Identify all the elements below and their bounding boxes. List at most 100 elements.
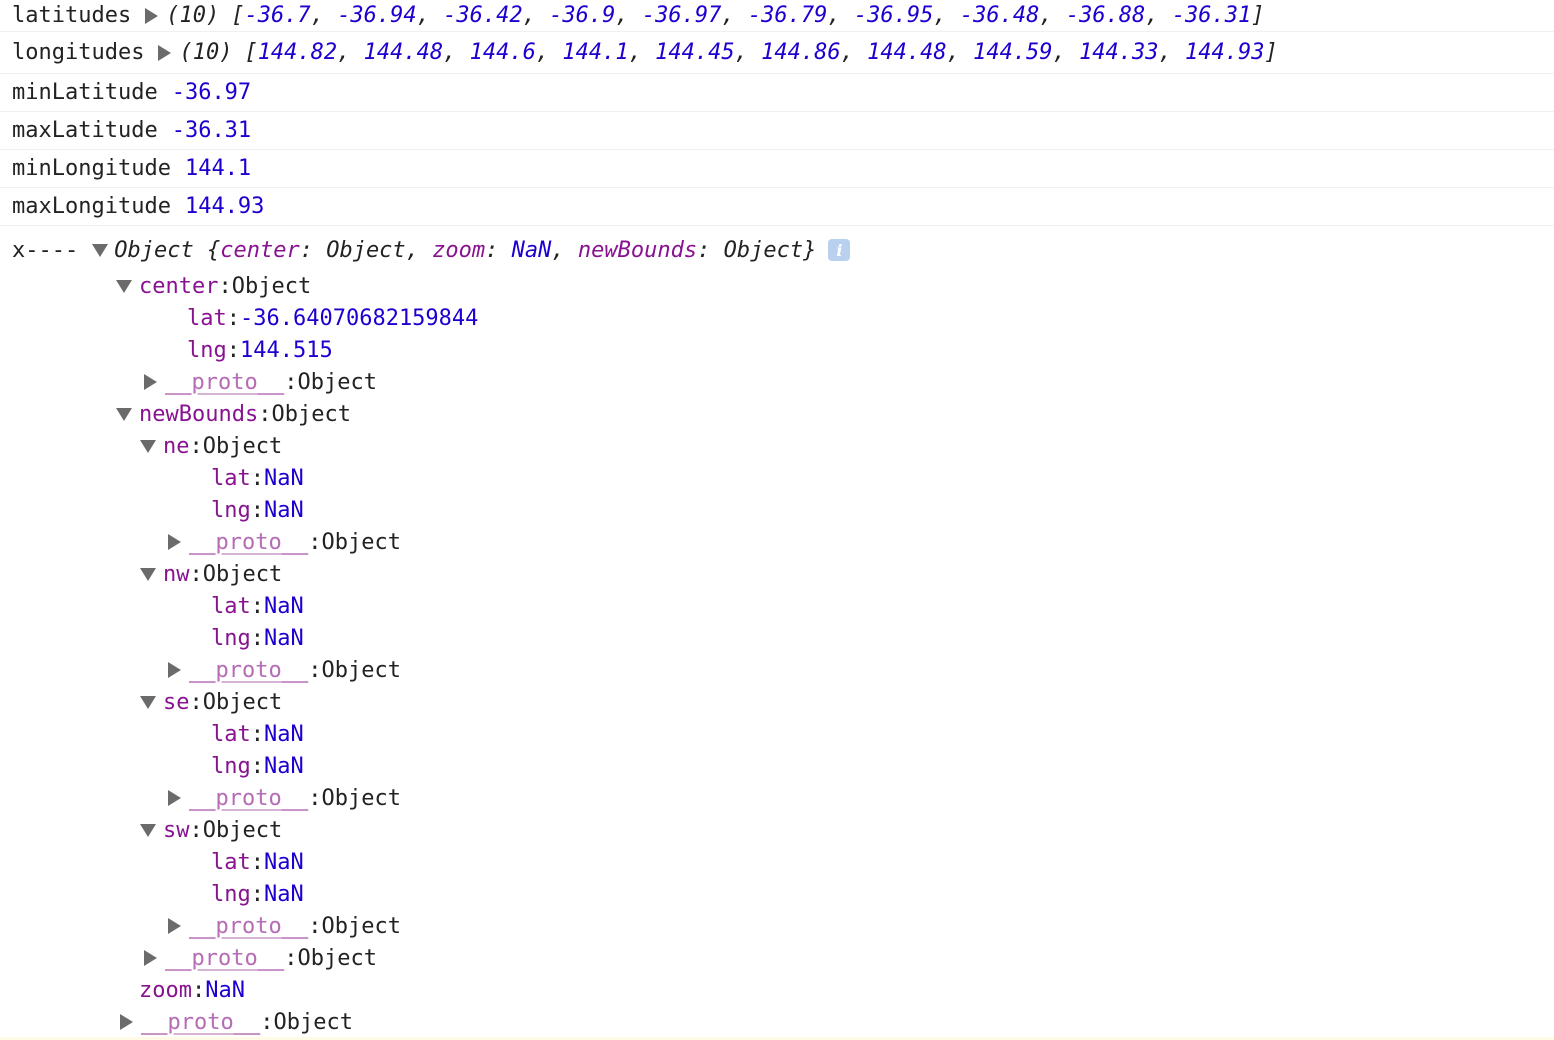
log-row-longitudes: longitudes (10) [144.82, 144.48, 144.6, …	[0, 32, 1554, 74]
array-item: 144.48	[867, 40, 947, 65]
info-icon[interactable]: i	[828, 239, 851, 261]
collapse-triangle-icon[interactable]	[140, 567, 156, 581]
array-item: 144.45	[655, 40, 735, 65]
property-value: Object	[202, 817, 283, 843]
property-value: Object	[321, 529, 401, 555]
log-label: minLatitude	[12, 80, 158, 105]
array-item: -36.7	[244, 3, 311, 28]
expand-triangle-icon[interactable]	[145, 7, 159, 24]
array-item: -36.97	[641, 3, 722, 28]
collapse-triangle-icon[interactable]	[140, 439, 156, 453]
property-value: NaN	[264, 721, 304, 747]
tree-node-proto[interactable]: __proto__: Object	[0, 654, 1554, 686]
array-preview: [-36.7, -36.94, -36.42, -36.9, -36.97, -…	[231, 3, 1265, 28]
log-value: -36.31	[171, 118, 252, 143]
property-value: Object	[231, 273, 312, 299]
log-label: maxLatitude	[12, 118, 158, 143]
tree-node-lat: lat: NaN	[211, 465, 304, 491]
property-value: Object	[202, 689, 283, 715]
property-key: lng	[211, 753, 251, 779]
array-item: 144.86	[761, 40, 841, 65]
expand-triangle-icon[interactable]	[120, 1014, 133, 1030]
tree-node-proto[interactable]: __proto__: Object	[0, 1006, 1554, 1038]
tree-node-se[interactable]: se: Object	[0, 686, 1554, 718]
property-value: NaN	[264, 625, 304, 651]
log-label: minLongitude	[12, 156, 171, 181]
expand-triangle-icon[interactable]	[158, 44, 172, 61]
log-row-minLongitude: minLongitude 144.1	[0, 150, 1554, 188]
property-key: __proto__	[141, 1009, 261, 1035]
array-item: 144.48	[363, 40, 444, 65]
property-key: center	[139, 273, 219, 299]
expand-triangle-icon[interactable]	[168, 790, 181, 806]
log-label: latitudes	[12, 3, 132, 28]
property-value: NaN	[264, 849, 304, 875]
property-key: nw	[163, 561, 190, 587]
property-value: Object	[321, 785, 401, 811]
array-item: -36.88	[1065, 3, 1146, 28]
property-value: Object	[321, 657, 401, 683]
tree-node-nw[interactable]: nw: Object	[0, 558, 1554, 590]
array-length: (10)	[166, 3, 220, 28]
array-length: (10)	[179, 40, 233, 65]
property-value: Object	[202, 433, 283, 459]
log-value: 144.1	[184, 156, 252, 181]
array-item: 144.6	[469, 40, 536, 65]
expand-triangle-icon[interactable]	[168, 662, 181, 678]
tree-node-proto[interactable]: __proto__: Object	[0, 910, 1554, 942]
log-label: maxLongitude	[12, 194, 171, 219]
collapse-triangle-icon[interactable]	[116, 279, 132, 293]
property-key: __proto__	[189, 657, 309, 683]
log-row-latitudes: latitudes (10) [-36.7, -36.94, -36.42, -…	[0, 0, 1554, 32]
property-key: lat	[211, 593, 251, 619]
property-value: NaN	[264, 497, 304, 523]
tree-node-center[interactable]: center: Object	[0, 270, 1554, 302]
property-key: lng	[211, 497, 251, 523]
array-item: -36.48	[959, 3, 1040, 28]
property-key: lat	[211, 849, 251, 875]
tree-node-lng: lng: 144.515	[187, 337, 333, 363]
property-value: -36.64070682159844	[240, 305, 479, 331]
collapse-triangle-icon[interactable]	[92, 243, 109, 257]
tree-node-lat: lat: NaN	[211, 593, 304, 619]
tree-node-newBounds[interactable]: newBounds: Object	[0, 398, 1554, 430]
tree-node-lng: lng: NaN	[211, 881, 304, 907]
tree-node-sw[interactable]: sw: Object	[0, 814, 1554, 846]
tree-node-proto[interactable]: __proto__: Object	[0, 366, 1554, 398]
log-label: longitudes	[12, 40, 145, 65]
expand-triangle-icon[interactable]	[168, 918, 181, 934]
tree-node-lng: lng: NaN	[211, 753, 304, 779]
property-value: Object	[271, 401, 351, 427]
expand-triangle-icon[interactable]	[144, 374, 157, 390]
log-row-maxLongitude: maxLongitude 144.93	[0, 188, 1554, 226]
property-key: __proto__	[165, 369, 285, 395]
collapse-triangle-icon[interactable]	[140, 823, 156, 837]
collapse-triangle-icon[interactable]	[116, 407, 132, 421]
property-key: ne	[163, 433, 190, 459]
tree-node-proto[interactable]: __proto__: Object	[0, 942, 1554, 974]
tree-node-lng: lng: NaN	[211, 497, 304, 523]
property-key: lng	[187, 337, 227, 363]
property-value: Object	[297, 945, 377, 971]
property-key: zoom	[139, 977, 192, 1003]
property-key: __proto__	[189, 529, 309, 555]
property-value: NaN	[264, 881, 304, 907]
expand-triangle-icon[interactable]	[168, 534, 181, 550]
expand-triangle-icon[interactable]	[144, 950, 157, 966]
array-item: 144.93	[1185, 40, 1265, 65]
tree-node-proto[interactable]: __proto__: Object	[0, 526, 1554, 558]
collapse-triangle-icon[interactable]	[140, 695, 156, 709]
property-value: Object	[202, 561, 283, 587]
tree-node-proto[interactable]: __proto__: Object	[0, 782, 1554, 814]
property-value: NaN	[264, 593, 304, 619]
property-key: __proto__	[165, 945, 285, 971]
property-value: Object	[273, 1009, 353, 1035]
array-item: -36.95	[853, 3, 934, 28]
tree-node-lat: lat: NaN	[211, 721, 304, 747]
tree-node-ne[interactable]: ne: Object	[0, 430, 1554, 462]
property-key: lng	[211, 881, 251, 907]
array-item: -36.94	[337, 3, 417, 28]
property-value: Object	[297, 369, 377, 395]
property-key: __proto__	[189, 785, 309, 811]
property-key: lat	[211, 721, 251, 747]
